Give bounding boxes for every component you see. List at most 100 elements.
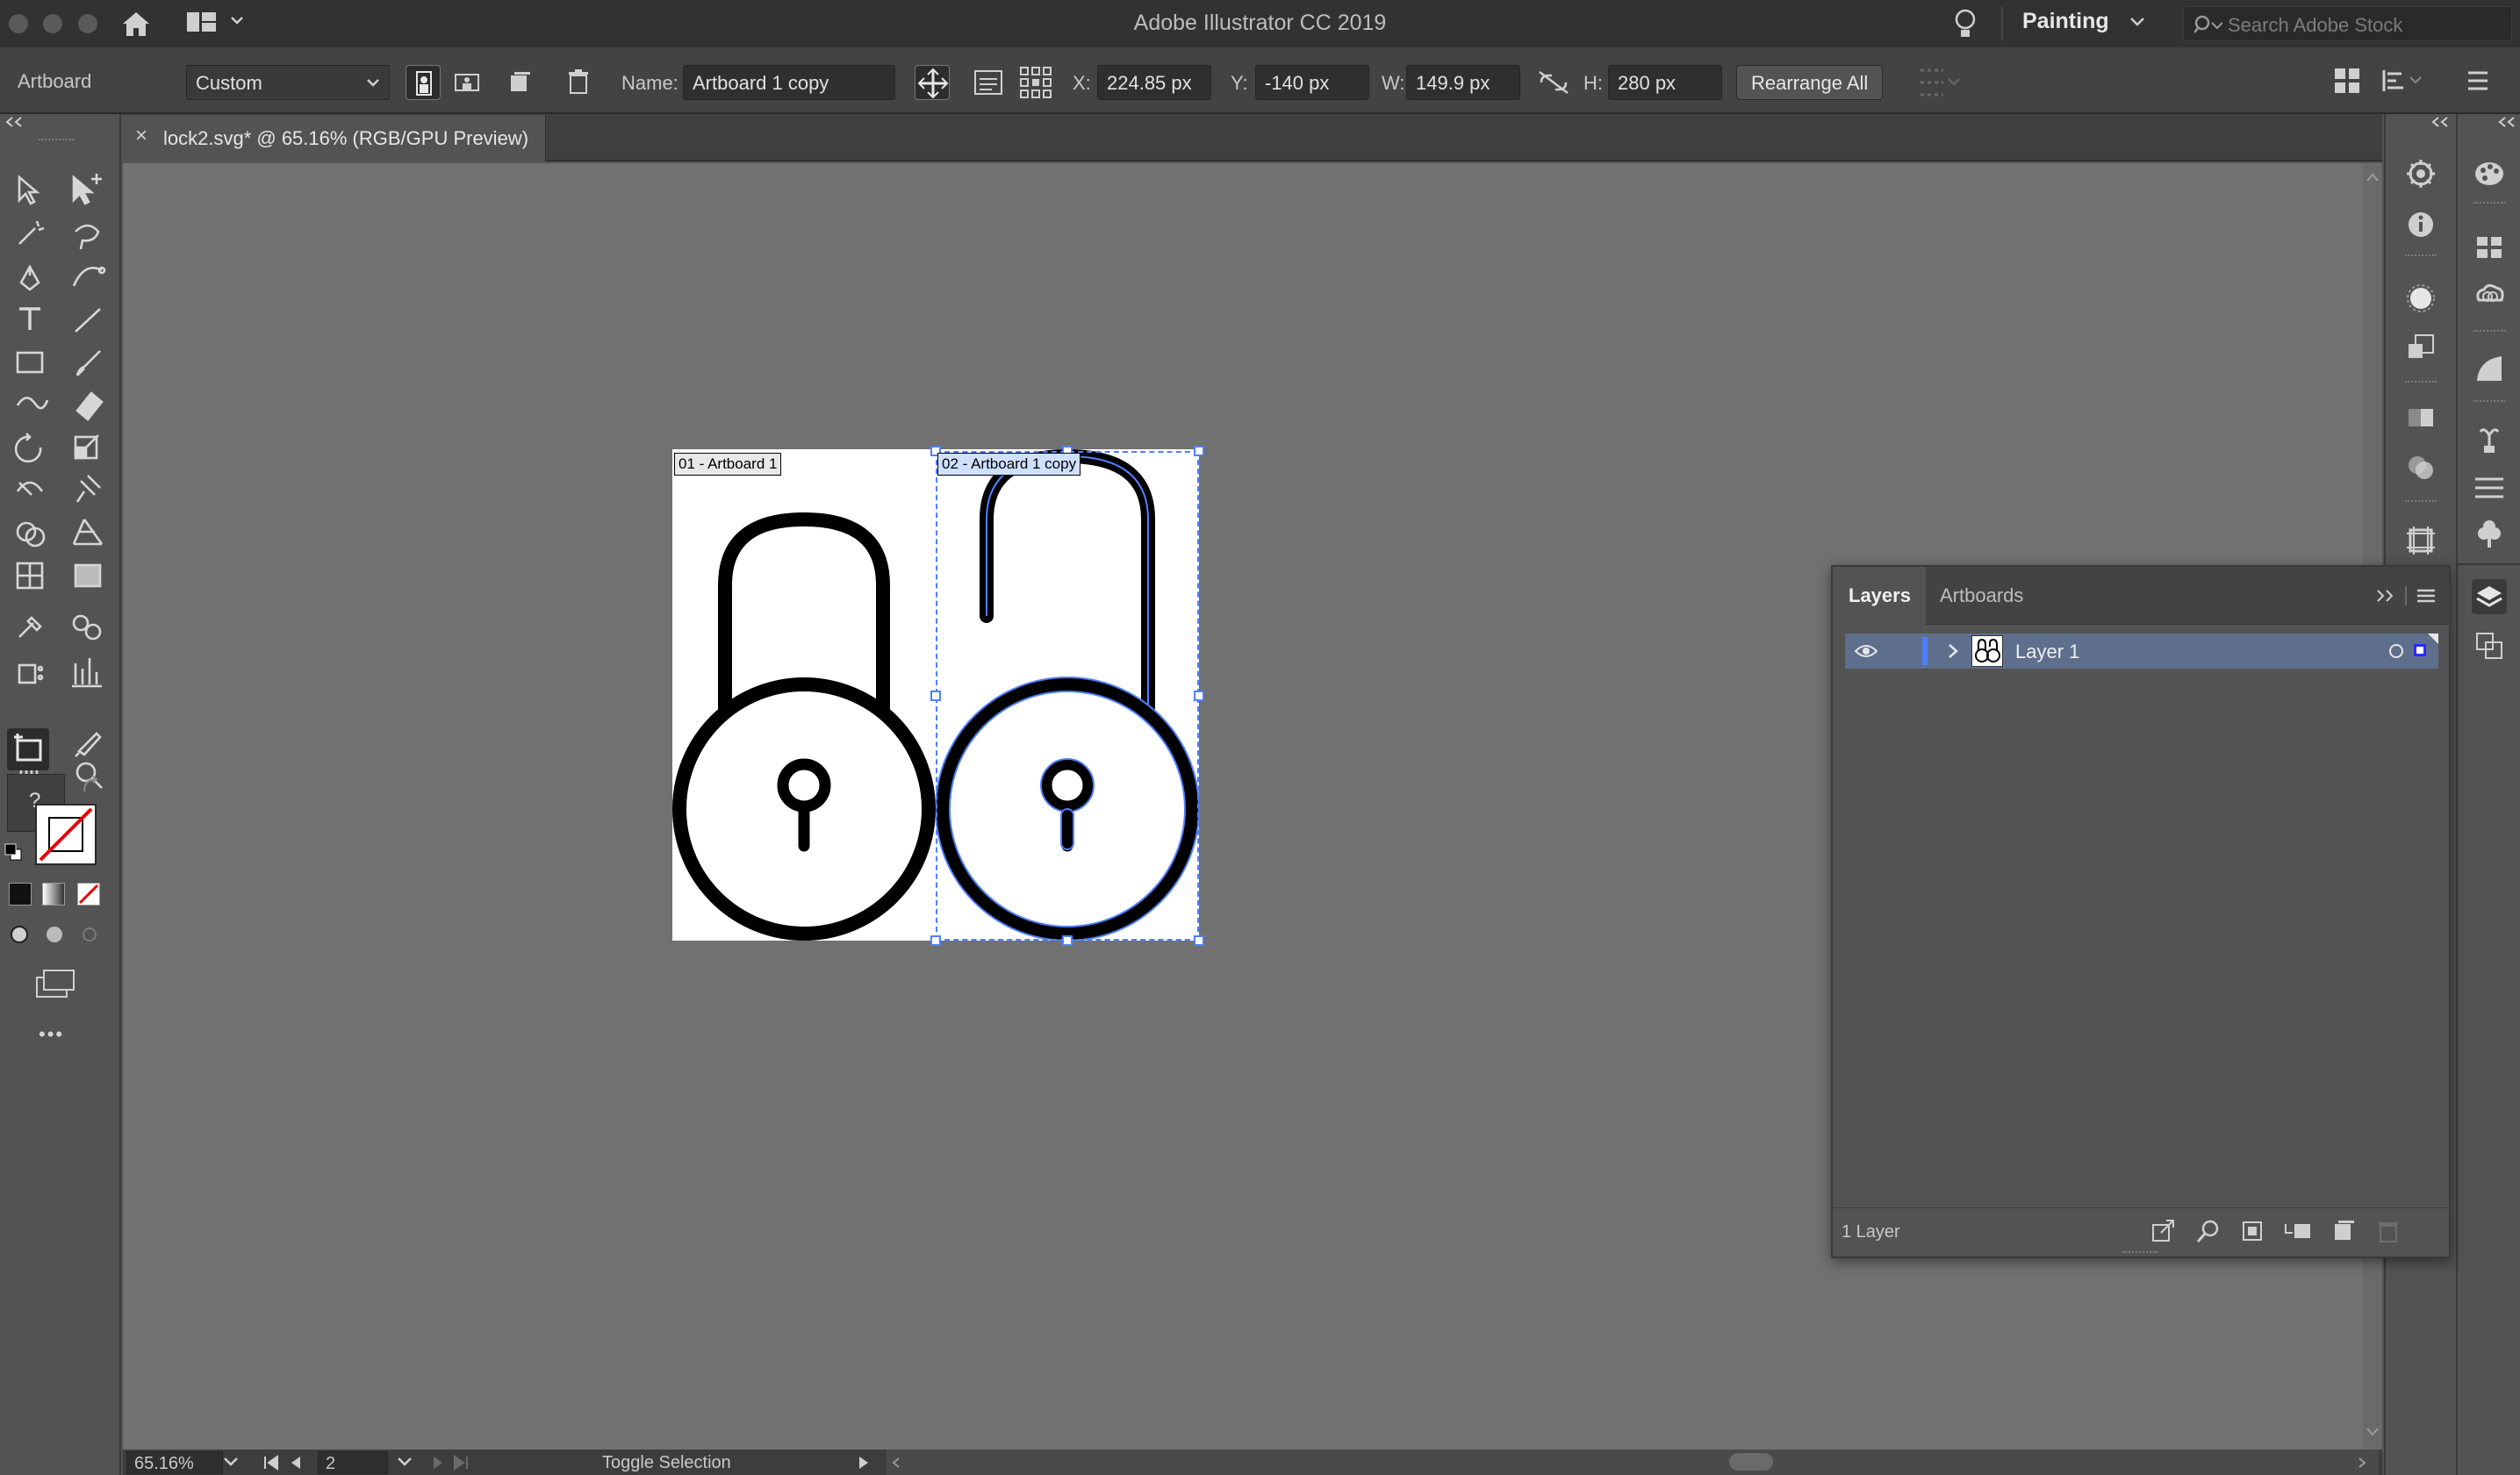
edit-toolbar-button[interactable]: •••	[39, 1023, 64, 1046]
first-prev-artboard-icon[interactable]	[262, 1455, 314, 1471]
tab-artboards[interactable]: Artboards	[1940, 584, 2023, 607]
y-position-input[interactable]: -140 px	[1255, 65, 1369, 100]
menu-icon[interactable]	[2465, 68, 2491, 93]
zoom-field[interactable]: 65.16%	[126, 1451, 223, 1474]
resize-handle[interactable]	[1194, 446, 1204, 456]
resize-handle[interactable]	[1062, 935, 1073, 946]
panel-menu-icon[interactable]	[2416, 588, 2437, 604]
libraries-icon[interactable]	[2472, 279, 2507, 314]
scroll-thumb[interactable]	[1729, 1453, 1773, 1471]
selection-indicator[interactable]	[2414, 644, 2426, 656]
artboards-panel-icon[interactable]	[2403, 523, 2438, 558]
rearrange-all-button[interactable]: Rearrange All	[1736, 65, 1884, 100]
reference-point-icon[interactable]	[1018, 65, 1053, 100]
info-icon[interactable]	[2403, 207, 2438, 242]
stroke-panel-icon[interactable]	[2472, 351, 2507, 386]
next-last-artboard-icon[interactable]	[428, 1455, 481, 1471]
gradient-panel-icon[interactable]	[2403, 400, 2438, 435]
collapse-icon[interactable]	[2498, 116, 2517, 128]
swatches-icon[interactable]	[2472, 230, 2507, 265]
artboard-tool[interactable]	[7, 728, 49, 770]
document-tab[interactable]: × lock2.svg* @ 65.16% (RGB/GPU Preview)	[123, 115, 546, 161]
tab-layers[interactable]: Layers	[1849, 584, 1911, 607]
artboard-preset-select[interactable]: Custom	[186, 65, 390, 100]
window-zoom-button[interactable]	[78, 14, 97, 33]
chevron-right-icon[interactable]	[1947, 642, 1959, 660]
move-artwork-button[interactable]	[915, 65, 950, 100]
visibility-eye-icon[interactable]	[1854, 642, 1878, 660]
chevron-down-icon[interactable]	[223, 1457, 239, 1467]
artboard-name-input[interactable]: Artboard 1 copy	[683, 65, 895, 100]
panel-grid-icon[interactable]	[2333, 67, 2361, 95]
window-minimize-button[interactable]	[43, 14, 62, 33]
stroke-swatch[interactable]	[35, 804, 97, 865]
artboard-number-field[interactable]: 2	[318, 1451, 388, 1474]
collect-export-icon[interactable]	[2150, 1219, 2175, 1243]
symbols-icon[interactable]	[2472, 518, 2507, 553]
align-options-icon[interactable]	[1917, 67, 1961, 98]
artboard-1-label[interactable]: 01 - Artboard 1	[674, 453, 782, 476]
corner-marker	[2428, 634, 2438, 644]
chevron-down-icon[interactable]	[2129, 17, 2145, 27]
window-close-button[interactable]	[9, 14, 28, 33]
change-screen-mode-icon[interactable]	[33, 967, 77, 999]
swap-colors-icon[interactable]	[81, 776, 100, 795]
resize-handle[interactable]	[1194, 691, 1204, 701]
pathfinder-icon[interactable]	[2472, 628, 2507, 663]
drawing-modes-icon[interactable]	[7, 921, 104, 948]
resize-handle[interactable]	[1194, 935, 1204, 946]
search-stock-input[interactable]: Search Adobe Stock	[2183, 6, 2512, 41]
chevron-down-icon[interactable]	[397, 1457, 413, 1467]
resize-handle[interactable]	[930, 935, 941, 946]
clipping-mask-icon[interactable]	[2240, 1219, 2265, 1243]
layer-name[interactable]: Layer 1	[2015, 641, 2079, 663]
transparency-icon[interactable]	[2403, 449, 2438, 484]
layer-row[interactable]: Layer 1	[1845, 634, 2438, 669]
scroll-up-icon[interactable]	[2366, 172, 2380, 183]
layers-panel-icon[interactable]	[2472, 579, 2507, 614]
new-layer-icon[interactable]	[2331, 1219, 2356, 1243]
workspace-switcher[interactable]: Painting	[2022, 9, 2109, 34]
gradient-mode-button[interactable]	[42, 883, 65, 906]
landscape-orientation-button[interactable]	[449, 65, 485, 100]
horizontal-scrollbar[interactable]	[887, 1450, 2379, 1475]
portrait-orientation-button[interactable]	[406, 65, 441, 100]
status-menu-arrow-icon[interactable]	[857, 1455, 871, 1471]
default-colors-icon[interactable]	[4, 842, 23, 862]
resize-handle[interactable]	[930, 691, 941, 701]
target-circle-icon[interactable]	[2389, 644, 2403, 658]
trash-icon[interactable]	[567, 68, 590, 95]
none-mode-button[interactable]	[77, 883, 100, 906]
resize-grip[interactable]	[2122, 1251, 2157, 1257]
scroll-down-icon[interactable]	[2366, 1427, 2380, 1437]
x-position-input[interactable]: 224.85 px	[1097, 65, 1211, 100]
close-tab-icon[interactable]: ×	[135, 124, 147, 148]
new-sublayer-icon[interactable]	[2284, 1219, 2314, 1243]
artboard-options-icon[interactable]	[973, 67, 1004, 98]
new-artboard-icon[interactable]	[507, 70, 532, 95]
locate-object-icon[interactable]	[2196, 1219, 2221, 1243]
artboard-2-label[interactable]: 02 - Artboard 1 copy	[937, 453, 1081, 476]
arrange-documents-icon[interactable]	[186, 11, 218, 35]
transform-icon[interactable]	[2403, 330, 2438, 365]
height-input[interactable]: 280 px	[1608, 65, 1722, 100]
properties-icon[interactable]	[2403, 156, 2438, 191]
appearance-icon[interactable]	[2403, 281, 2438, 316]
home-icon[interactable]	[119, 9, 153, 39]
width-input[interactable]: 149.9 px	[1406, 65, 1520, 100]
color-palette-icon[interactable]	[2472, 156, 2507, 191]
collapse-icon[interactable]	[5, 116, 25, 128]
chevron-down-icon[interactable]	[230, 16, 244, 26]
collapse-icon[interactable]	[2431, 116, 2451, 128]
scroll-right-icon[interactable]	[2356, 1457, 2368, 1469]
artboard-1[interactable]	[672, 449, 936, 941]
lightbulb-icon[interactable]	[1952, 7, 1978, 40]
color-mode-button[interactable]	[9, 883, 32, 906]
scroll-left-icon[interactable]	[890, 1457, 902, 1469]
expand-panel-icon[interactable]	[2375, 588, 2396, 604]
brushes-icon[interactable]	[2472, 421, 2507, 456]
constrain-proportions-icon[interactable]	[1538, 70, 1569, 95]
transform-options-icon[interactable]	[2380, 67, 2423, 95]
delete-layer-icon[interactable]	[2377, 1219, 2400, 1243]
stroke-weight-icon[interactable]	[2472, 470, 2507, 505]
